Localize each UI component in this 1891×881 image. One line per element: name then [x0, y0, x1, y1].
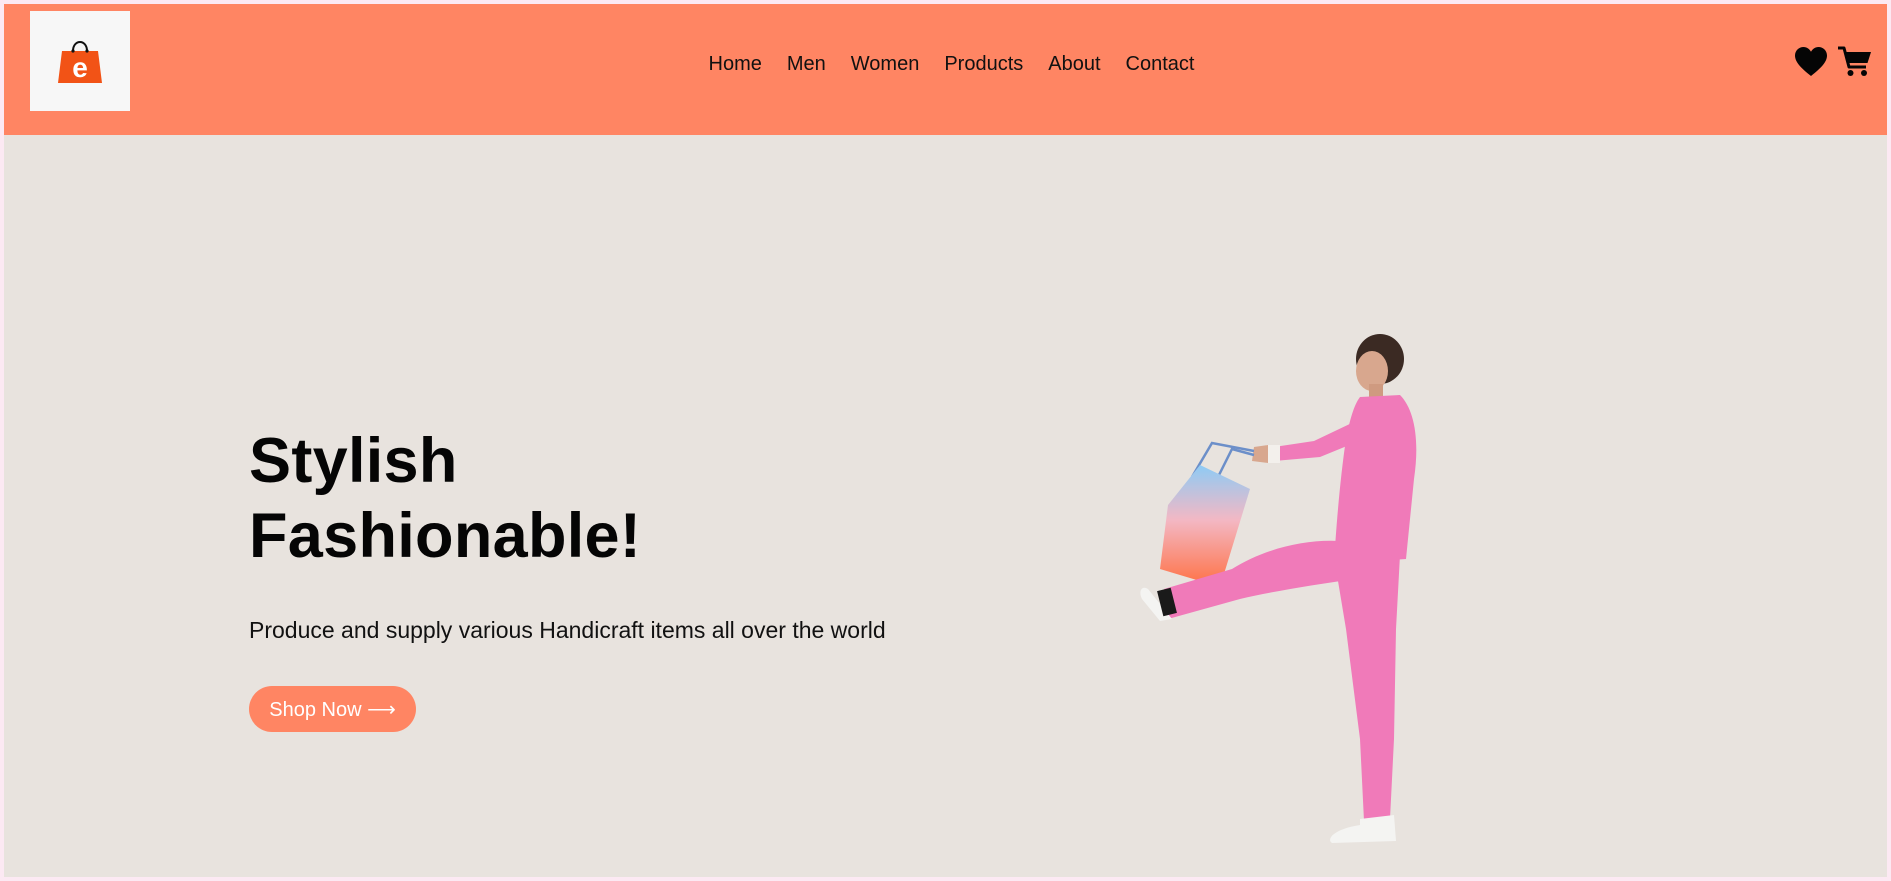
hero-title-line1: Stylish	[249, 426, 458, 496]
site-header: e Home Men Women Products About Contact	[4, 4, 1887, 135]
nav-products[interactable]: Products	[932, 52, 1036, 76]
shop-now-button[interactable]: Shop Now ⟶	[249, 686, 416, 732]
nav-contact[interactable]: Contact	[1113, 52, 1207, 76]
hero-subtitle: Produce and supply various Handicraft it…	[249, 617, 886, 643]
wishlist-button[interactable]	[1793, 44, 1829, 80]
nav-women[interactable]: Women	[838, 52, 932, 76]
hero-section: Stylish Fashionable! Produce and supply …	[249, 424, 886, 732]
nav-home[interactable]: Home	[696, 52, 774, 76]
hero-title: Stylish Fashionable!	[249, 424, 886, 574]
hero-title-line2: Fashionable!	[249, 501, 642, 571]
nav-men[interactable]: Men	[774, 52, 838, 76]
hero-model-image	[1140, 334, 1417, 843]
cart-icon	[1838, 46, 1871, 76]
header-actions	[1793, 44, 1873, 80]
nav-about[interactable]: About	[1036, 52, 1113, 76]
cart-button[interactable]	[1837, 44, 1873, 80]
page-frame: e Home Men Women Products About Contact	[4, 4, 1887, 877]
main-nav: Home Men Women Products About Contact	[4, 4, 1887, 124]
heart-icon	[1795, 47, 1827, 76]
